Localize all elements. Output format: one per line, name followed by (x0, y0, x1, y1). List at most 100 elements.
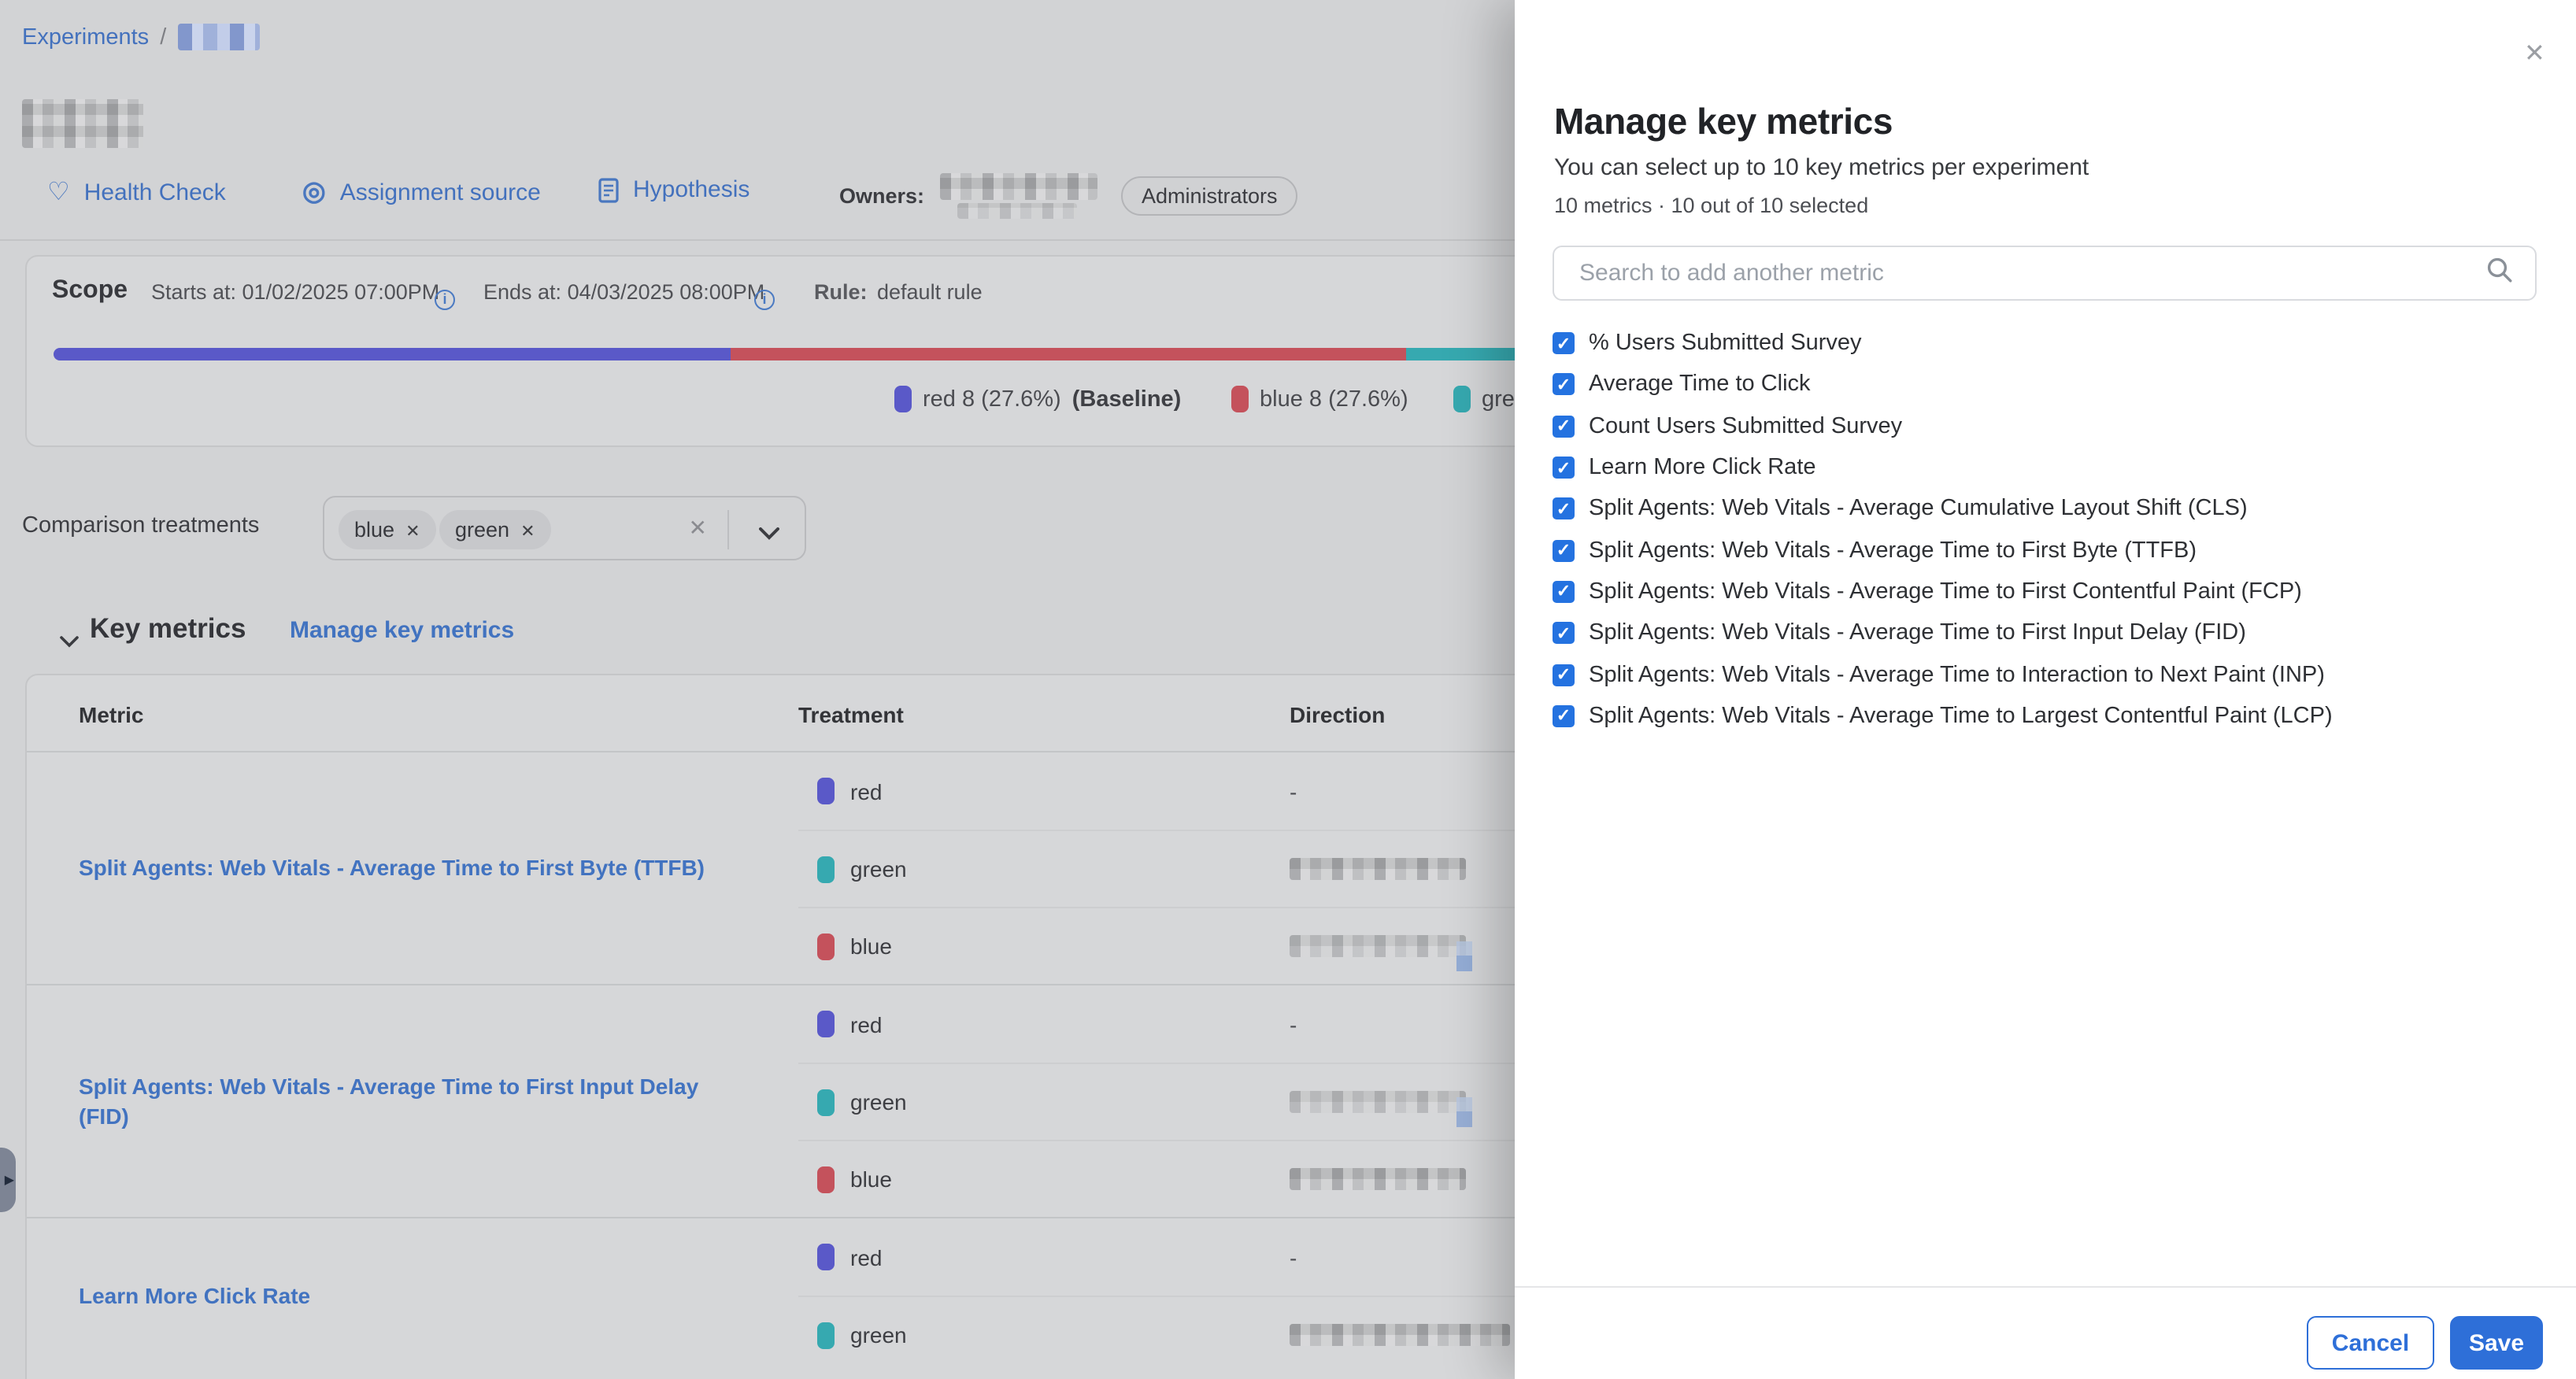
treatment-swatch (817, 1166, 835, 1192)
checkbox-checked[interactable] (1553, 705, 1575, 727)
chip-blue[interactable]: blue (339, 510, 436, 549)
metric-option-label: Count Users Submitted Survey (1589, 413, 1902, 438)
metric-option[interactable]: Average Time to Click (1553, 364, 2537, 406)
heart-icon (47, 176, 70, 208)
chip-label: blue (354, 518, 394, 542)
info-icon[interactable] (435, 280, 455, 310)
treatment-swatch (817, 1011, 835, 1037)
panel-footer-divider (1515, 1286, 2576, 1288)
chip-green[interactable]: green (439, 510, 551, 549)
legend-swatch (1453, 386, 1471, 412)
column-direction: Direction (1290, 702, 1385, 727)
app-window: Experiments / Health Check Assignment so… (0, 0, 2576, 1379)
checkbox-checked[interactable] (1553, 664, 1575, 686)
metric-option[interactable]: Split Agents: Web Vitals - Average Time … (1553, 530, 2537, 571)
treatment-name: blue (850, 934, 892, 959)
treatment-swatch (817, 856, 835, 882)
page-title-redacted (22, 99, 143, 148)
allocation-segment-blue (731, 348, 1405, 360)
target-icon (302, 176, 326, 208)
legend-item-blue: blue 8 (27.6%) (1231, 386, 1408, 412)
checkbox-checked[interactable] (1553, 374, 1575, 396)
comparison-treatments-select[interactable]: blue green (323, 496, 806, 560)
direction-redacted (1290, 858, 1466, 880)
checkbox-checked[interactable] (1553, 622, 1575, 644)
chevron-down-icon[interactable] (759, 519, 779, 548)
panel-title: Manage key metrics (1554, 101, 1893, 143)
assignment-source-link[interactable]: Assignment source (302, 176, 541, 208)
manage-key-metrics-link[interactable]: Manage key metrics (290, 617, 514, 644)
cancel-button[interactable]: Cancel (2307, 1316, 2434, 1370)
treatment-swatch (817, 1089, 835, 1115)
checkbox-checked[interactable] (1553, 498, 1575, 520)
metric-checkbox-list: % Users Submitted Survey Average Time to… (1553, 323, 2537, 737)
metric-option[interactable]: Split Agents: Web Vitals - Average Time … (1553, 695, 2537, 737)
save-button[interactable]: Save (2450, 1316, 2543, 1370)
checkbox-checked[interactable] (1553, 332, 1575, 354)
metric-option[interactable]: Split Agents: Web Vitals - Average Time … (1553, 571, 2537, 613)
direction-value: - (1290, 985, 1297, 1063)
treatment-swatch (817, 933, 835, 959)
treatment-swatch (817, 1322, 835, 1348)
metric-option-label: Split Agents: Web Vitals - Average Time … (1589, 538, 2197, 563)
metric-option[interactable]: Split Agents: Web Vitals - Average Time … (1553, 654, 2537, 696)
chip-label: green (455, 518, 509, 542)
clear-all-icon[interactable] (689, 515, 707, 542)
comparison-treatments-label: Comparison treatments (22, 513, 259, 538)
remove-chip-icon[interactable] (405, 518, 420, 542)
health-check-link[interactable]: Health Check (47, 176, 226, 208)
assignment-source-label: Assignment source (340, 179, 541, 205)
metric-option-label: Split Agents: Web Vitals - Average Time … (1589, 579, 2302, 604)
legend-item-red: red 8 (27.6%) (Baseline) (894, 386, 1181, 412)
close-icon[interactable] (2524, 38, 2545, 69)
sidebar-expand-button[interactable] (0, 1148, 16, 1212)
metric-option-label: % Users Submitted Survey (1589, 331, 1862, 356)
metric-link-ttfb[interactable]: Split Agents: Web Vitals - Average Time … (79, 854, 705, 882)
key-metrics-title: Key metrics (90, 612, 246, 645)
metric-option[interactable]: Split Agents: Web Vitals - Average Cumul… (1553, 488, 2537, 530)
metric-link-learn-more[interactable]: Learn More Click Rate (79, 1281, 310, 1310)
metric-option-label: Split Agents: Web Vitals - Average Time … (1589, 620, 2246, 645)
checkbox-checked[interactable] (1553, 581, 1575, 603)
metric-link-fid[interactable]: Split Agents: Web Vitals - Average Time … (79, 1073, 735, 1130)
metric-option-label: Learn More Click Rate (1589, 455, 1816, 480)
hypothesis-label: Hypothesis (633, 176, 749, 203)
metric-option[interactable]: % Users Submitted Survey (1553, 323, 2537, 364)
treatment-name: red (850, 1244, 882, 1270)
scope-starts-at: Starts at: 01/02/2025 07:00PM (151, 280, 439, 304)
metric-option-label: Split Agents: Web Vitals - Average Cumul… (1589, 497, 2248, 522)
hypothesis-link[interactable]: Hypothesis (598, 176, 749, 203)
direction-redacted (1290, 935, 1466, 957)
administrators-badge: Administrators (1121, 176, 1298, 216)
owners-label: Owners: (839, 184, 924, 208)
collapse-section-icon[interactable] (60, 628, 79, 656)
column-treatment: Treatment (798, 702, 904, 727)
breadcrumb: Experiments / (22, 24, 259, 50)
legend-swatch (1231, 386, 1249, 412)
breadcrumb-experiments-link[interactable]: Experiments (22, 24, 149, 50)
legend-label: blue 8 (27.6%) (1260, 386, 1408, 412)
treatment-name: red (850, 778, 882, 804)
info-icon[interactable] (754, 280, 775, 310)
checkbox-checked[interactable] (1553, 539, 1575, 561)
experiment-name-redacted (177, 24, 259, 50)
metric-option[interactable]: Split Agents: Web Vitals - Average Time … (1553, 612, 2537, 654)
metrics-count: 10 metrics · 10 out of 10 selected (1554, 194, 1868, 217)
metric-option[interactable]: Learn More Click Rate (1553, 447, 2537, 489)
metric-option[interactable]: Count Users Submitted Survey (1553, 405, 2537, 447)
direction-redacted (1290, 1324, 1510, 1346)
scope-title: Scope (52, 277, 128, 305)
checkbox-checked[interactable] (1553, 415, 1575, 437)
legend-swatch (894, 386, 912, 412)
owner-name-redacted (940, 173, 1097, 200)
metric-search-box (1553, 246, 2537, 301)
metric-search-input[interactable] (1576, 258, 2486, 288)
remove-chip-icon[interactable] (520, 518, 535, 542)
treatment-name: blue (850, 1166, 892, 1192)
search-icon[interactable] (2486, 256, 2513, 290)
metric-option-label: Split Agents: Web Vitals - Average Time … (1589, 662, 2325, 687)
scope-rule-label: Rule: (814, 280, 868, 304)
direction-redacted (1290, 1091, 1466, 1113)
metric-option-label: Average Time to Click (1589, 372, 1811, 397)
checkbox-checked[interactable] (1553, 457, 1575, 479)
